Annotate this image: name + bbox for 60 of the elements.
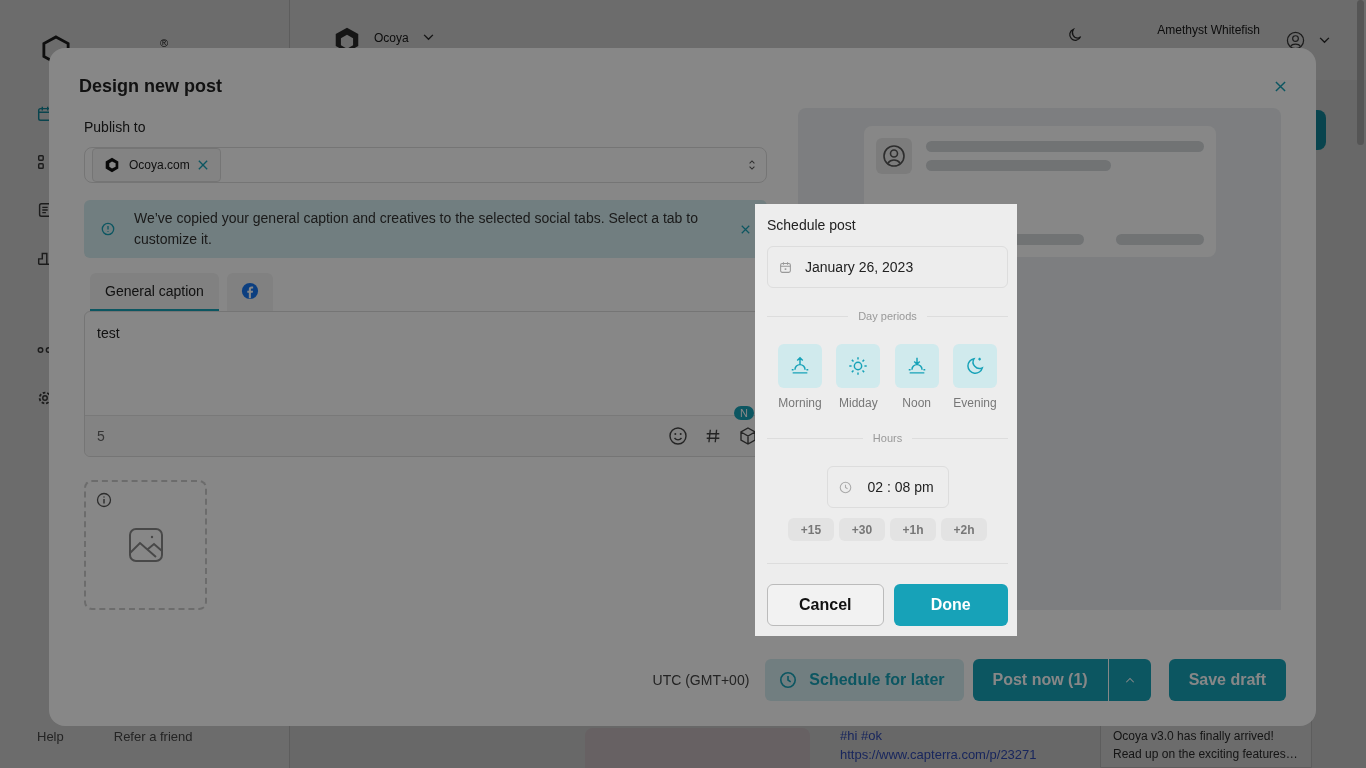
sunrise-icon [789,355,811,377]
close-icon[interactable] [1275,81,1286,92]
more-options-button[interactable] [1108,659,1151,701]
done-button[interactable]: Done [893,584,1008,626]
popover-title: Schedule post [767,217,857,233]
cancel-button[interactable]: Cancel [767,584,884,626]
info-icon [101,222,115,237]
chevron-down-icon[interactable] [1319,36,1330,44]
news-title: Ocoya v3.0 has finally arrived! [1113,729,1275,743]
caption-text: test [97,325,120,342]
moon-icon [964,355,986,377]
remove-icon[interactable] [197,160,208,170]
date-field[interactable]: January 26, 2023 [767,246,1008,288]
account-name: Ocoya.com [129,158,190,172]
hash-icon[interactable] [704,427,722,445]
banner-message: We’ve copied your general caption and creatives to the selected social tabs. Select a tab to customize it. [134,209,699,250]
f-logo-icon [240,282,259,301]
publish-to-label: Publish to [84,119,147,135]
hashtags-text: #hi #ok [840,728,883,743]
clock-icon [779,671,798,689]
help-link[interactable]: Help [37,729,64,744]
box-icon[interactable] [738,426,758,446]
image-icon [127,527,164,563]
dialog-title: Design new post [79,76,222,97]
refer-link[interactable]: Refer a friend [113,729,193,744]
moon-icon[interactable] [1067,27,1084,43]
add-time-button[interactable]: +30 [839,518,885,541]
sun-icon [847,355,870,377]
close-icon[interactable] [741,224,750,234]
character-count: 5 [97,428,105,444]
info-icon[interactable] [96,492,112,508]
hours-label: Hours [872,432,903,444]
news-text: Read up on the exciting features… [1113,747,1299,761]
timezone-label: UTC (GMT+00) [652,672,750,688]
add-time-button[interactable]: +1h [890,518,936,541]
user-avatar-icon [876,138,912,174]
f-logo-tab[interactable] [226,273,273,312]
capterra-link[interactable]: https://www.capterra.com/p/23271 [840,747,1070,762]
add-time-button[interactable]: +15 [788,518,834,541]
calendar-icon [779,260,792,274]
emoji-icon[interactable] [668,426,688,446]
workspace-name: Ocoya [374,31,409,45]
sort-arrows-icon [748,159,756,171]
user-avatar-icon[interactable] [1286,30,1305,50]
save-draft-button[interactable]: Save draft [1168,659,1286,701]
post-now-button[interactable]: Post now (1) [972,659,1108,701]
registered-mark: ® [160,37,169,49]
caption-tab[interactable]: General caption [90,273,219,312]
chevron-up-icon [1124,677,1135,683]
media-upload-area[interactable] [84,480,207,610]
add-time-button[interactable]: +2h [941,518,987,541]
time-field[interactable]: 02 : 08 pm [826,466,949,508]
account-select[interactable]: Ocoya.com [84,147,767,183]
cube-logo-icon [103,156,121,174]
schedule-later-button[interactable]: Schedule for later [765,659,964,701]
day-periods-label: Day periods [858,310,917,322]
clock-icon [838,480,852,494]
chevron-down-icon[interactable] [422,33,434,41]
user-name: Amethyst Whitefish [1157,23,1260,37]
new-badge: N [734,406,754,420]
